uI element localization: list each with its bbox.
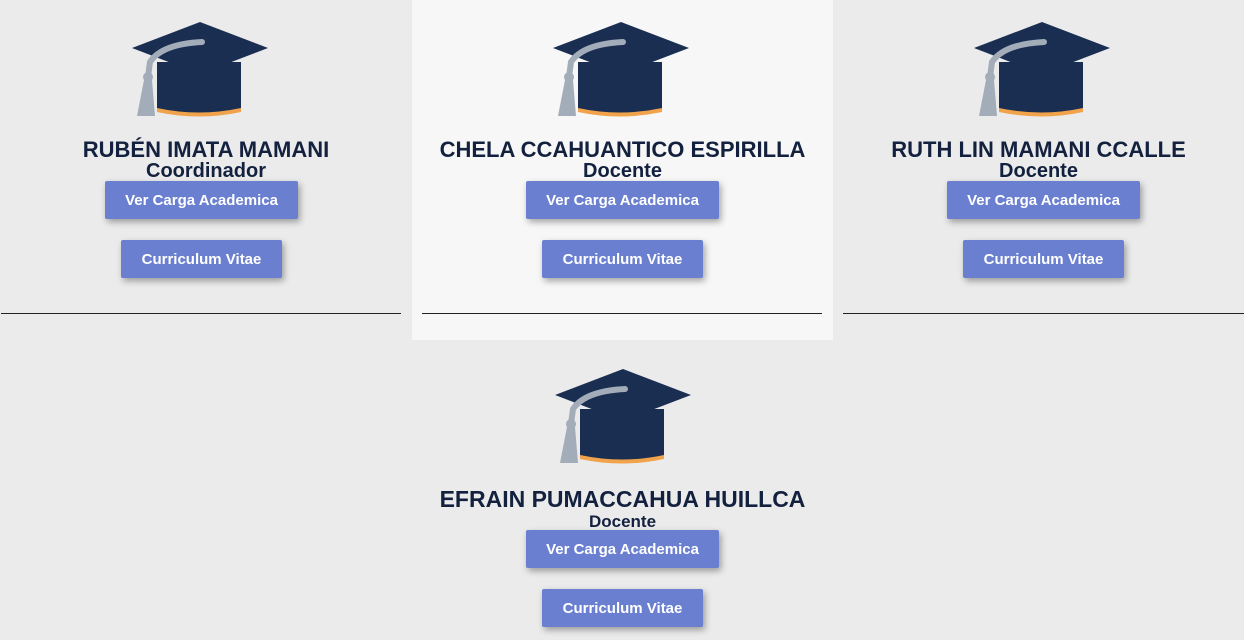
curriculum-vitae-button[interactable]: Curriculum Vitae	[963, 240, 1124, 278]
faculty-card: EFRAIN PUMACCAHUA HUILLCA Docente Ver Ca…	[412, 340, 833, 640]
graduation-cap-icon	[974, 22, 1110, 122]
view-academic-load-button[interactable]: Ver Carga Academica	[947, 181, 1140, 219]
graduation-cap-icon	[132, 22, 268, 122]
faculty-card: CHELA CCAHUANTICO ESPIRILLA Docente Ver …	[412, 0, 833, 340]
faculty-name: RUBÉN IMATA MAMANI	[82, 137, 330, 162]
faculty-role: Coordinador	[146, 160, 266, 182]
faculty-role: Docente	[999, 160, 1078, 182]
curriculum-vitae-button[interactable]: Curriculum Vitae	[542, 589, 703, 627]
graduation-cap-icon	[555, 369, 691, 469]
view-academic-load-button[interactable]: Ver Carga Academica	[526, 181, 719, 219]
view-academic-load-button[interactable]: Ver Carga Academica	[105, 181, 298, 219]
faculty-name: CHELA CCAHUANTICO ESPIRILLA	[439, 137, 806, 162]
graduation-cap-icon	[553, 22, 689, 122]
faculty-name: RUTH LIN MAMANI CCALLE	[891, 137, 1186, 162]
faculty-role: Docente	[588, 512, 657, 531]
card-divider	[1, 313, 401, 314]
curriculum-vitae-button[interactable]: Curriculum Vitae	[121, 240, 282, 278]
faculty-role: Docente	[583, 160, 662, 182]
faculty-name: EFRAIN PUMACCAHUA HUILLCA	[439, 486, 806, 512]
view-academic-load-button[interactable]: Ver Carga Academica	[526, 530, 719, 568]
curriculum-vitae-button[interactable]: Curriculum Vitae	[542, 240, 703, 278]
faculty-card: RUBÉN IMATA MAMANI Coordinador Ver Carga…	[0, 0, 412, 340]
faculty-card: RUTH LIN MAMANI CCALLE Docente Ver Carga…	[833, 0, 1244, 340]
card-divider	[422, 313, 822, 314]
card-divider	[843, 313, 1244, 314]
